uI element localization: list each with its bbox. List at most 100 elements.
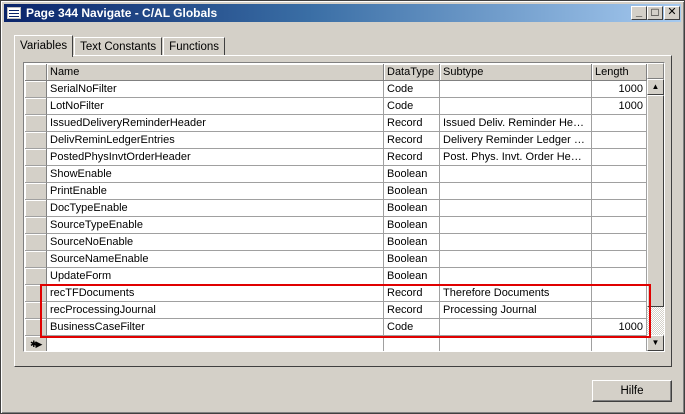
cell-length[interactable]	[592, 268, 647, 285]
close-button[interactable]: ✕	[664, 6, 680, 20]
cell-subtype[interactable]	[440, 217, 592, 234]
new-record-icon[interactable]: ✱▶	[25, 336, 47, 351]
row-selector[interactable]	[25, 115, 47, 132]
cell-subtype[interactable]	[440, 336, 592, 351]
column-header-datatype[interactable]: DataType	[384, 64, 440, 81]
cell-length[interactable]	[592, 149, 647, 166]
cell-name[interactable]: DocTypeEnable	[47, 200, 384, 217]
cell-datatype[interactable]: Boolean	[384, 200, 440, 217]
tab-text-constants[interactable]: Text Constants	[74, 37, 163, 56]
new-record-row[interactable]: ✱▶	[25, 336, 647, 351]
cell-datatype[interactable]: Boolean	[384, 217, 440, 234]
cell-name[interactable]: BusinessCaseFilter	[47, 319, 384, 336]
row-selector[interactable]	[25, 132, 47, 149]
table-row[interactable]: LotNoFilter Code 1000	[25, 98, 647, 115]
cell-name[interactable]: SourceTypeEnable	[47, 217, 384, 234]
cell-subtype[interactable]	[440, 268, 592, 285]
cell-datatype[interactable]: Boolean	[384, 183, 440, 200]
table-row[interactable]: PostedPhysInvtOrderHeader Record Post. Phy…	[25, 149, 647, 166]
cell-subtype[interactable]: Post. Phys. Invt. Order He…	[440, 149, 592, 166]
cell-length[interactable]	[592, 336, 647, 351]
cell-subtype[interactable]: Therefore Documents	[440, 285, 592, 302]
cell-length[interactable]: 1000	[592, 98, 647, 115]
row-selector[interactable]	[25, 98, 47, 115]
cell-name[interactable]: recTFDocuments	[47, 285, 384, 302]
cell-datatype[interactable]: Record	[384, 302, 440, 319]
cell-name[interactable]: recProcessingJournal	[47, 302, 384, 319]
scrollbar-thumb[interactable]	[647, 95, 664, 307]
table-row[interactable]: BusinessCaseFilter Code 1000	[25, 319, 647, 336]
table-row[interactable]: DocTypeEnable Boolean	[25, 200, 647, 217]
scroll-down-button[interactable]: ▼	[647, 335, 664, 351]
cell-length[interactable]	[592, 285, 647, 302]
cell-subtype[interactable]: Processing Journal	[440, 302, 592, 319]
table-row[interactable]: recProcessingJournal Record Processing Jou…	[25, 302, 647, 319]
cell-name[interactable]: SourceNoEnable	[47, 234, 384, 251]
cell-datatype[interactable]: Boolean	[384, 268, 440, 285]
cell-datatype[interactable]: Boolean	[384, 234, 440, 251]
cell-length[interactable]	[592, 115, 647, 132]
column-header-name[interactable]: Name	[47, 64, 384, 81]
cell-datatype[interactable]: Record	[384, 115, 440, 132]
table-row[interactable]: SerialNoFilter Code 1000	[25, 81, 647, 98]
row-selector[interactable]	[25, 183, 47, 200]
cell-name[interactable]: IssuedDeliveryReminderHeader	[47, 115, 384, 132]
tab-functions[interactable]: Functions	[163, 37, 226, 56]
cell-name[interactable]	[47, 336, 384, 351]
cell-name[interactable]: SerialNoFilter	[47, 81, 384, 98]
table-row[interactable]: SourceNameEnable Boolean	[25, 251, 647, 268]
table-row[interactable]: IssuedDeliveryReminderHeader Record Issued…	[25, 115, 647, 132]
row-selector[interactable]	[25, 302, 47, 319]
cell-subtype[interactable]	[440, 319, 592, 336]
help-button[interactable]: Hilfe	[592, 380, 672, 402]
table-row[interactable]: PrintEnable Boolean	[25, 183, 647, 200]
row-selector[interactable]	[25, 319, 47, 336]
cell-subtype[interactable]	[440, 81, 592, 98]
cell-subtype[interactable]	[440, 234, 592, 251]
cell-datatype[interactable]: Code	[384, 98, 440, 115]
cell-subtype[interactable]: Delivery Reminder Ledger E…	[440, 132, 592, 149]
row-selector[interactable]	[25, 234, 47, 251]
minimize-button[interactable]: _	[631, 6, 647, 20]
table-row[interactable]: SourceNoEnable Boolean	[25, 234, 647, 251]
cell-length[interactable]	[592, 217, 647, 234]
row-selector[interactable]	[25, 217, 47, 234]
cell-length[interactable]: 1000	[592, 81, 647, 98]
row-selector[interactable]	[25, 251, 47, 268]
cell-length[interactable]	[592, 302, 647, 319]
cell-name[interactable]: PostedPhysInvtOrderHeader	[47, 149, 384, 166]
title-bar[interactable]: Page 344 Navigate - C/AL Globals _ □ ✕	[4, 4, 681, 22]
cell-length[interactable]	[592, 183, 647, 200]
cell-subtype[interactable]	[440, 98, 592, 115]
cell-datatype[interactable]: Code	[384, 81, 440, 98]
cell-datatype[interactable]: Record	[384, 149, 440, 166]
row-selector[interactable]	[25, 166, 47, 183]
cell-length[interactable]	[592, 200, 647, 217]
cell-name[interactable]: SourceNameEnable	[47, 251, 384, 268]
cell-subtype[interactable]	[440, 200, 592, 217]
row-selector[interactable]	[25, 200, 47, 217]
cell-subtype[interactable]	[440, 183, 592, 200]
column-header-subtype[interactable]: Subtype	[440, 64, 592, 81]
cell-length[interactable]: 1000	[592, 319, 647, 336]
table-row[interactable]: recTFDocuments Record Therefore Documents	[25, 285, 647, 302]
table-row[interactable]: ShowEnable Boolean	[25, 166, 647, 183]
cell-length[interactable]	[592, 132, 647, 149]
row-selector[interactable]	[25, 81, 47, 98]
tab-variables[interactable]: Variables	[14, 35, 74, 57]
cell-name[interactable]: UpdateForm	[47, 268, 384, 285]
cell-length[interactable]	[592, 234, 647, 251]
cell-datatype[interactable]: Boolean	[384, 166, 440, 183]
cell-datatype[interactable]: Code	[384, 319, 440, 336]
cell-datatype[interactable]: Record	[384, 132, 440, 149]
cell-name[interactable]: ShowEnable	[47, 166, 384, 183]
cell-length[interactable]	[592, 166, 647, 183]
row-selector[interactable]	[25, 149, 47, 166]
cell-subtype[interactable]	[440, 251, 592, 268]
cell-datatype[interactable]: Boolean	[384, 251, 440, 268]
table-row[interactable]: DelivReminLedgerEntries Record Delivery Re…	[25, 132, 647, 149]
variables-grid[interactable]: Name DataType Subtype Length SerialNoFil…	[23, 62, 665, 352]
cell-datatype[interactable]: Record	[384, 285, 440, 302]
column-header-length[interactable]: Length	[592, 64, 647, 81]
cell-subtype[interactable]	[440, 166, 592, 183]
